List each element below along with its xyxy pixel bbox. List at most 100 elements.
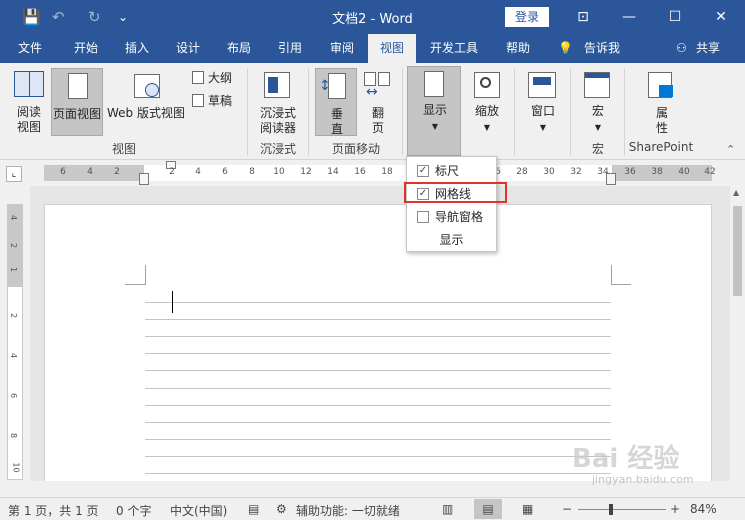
gridline [145, 388, 611, 389]
save-icon[interactable]: 💾 [22, 7, 41, 27]
ribbon-display-options-icon[interactable]: ⊡ [560, 0, 606, 34]
macros-button[interactable]: 宏 ▼ [576, 68, 620, 136]
draft-icon [192, 94, 204, 107]
watermark-logo: Bai 经验 [572, 444, 680, 474]
read-mode-icon [14, 71, 44, 97]
gridline [145, 473, 611, 474]
ribbon-view: 阅读 视图 页面视图 Web 版式视图 大纲 草稿 视图 沉浸式 阅读器 沉浸式… [0, 63, 745, 160]
tab-help[interactable]: 帮助 [494, 34, 542, 63]
close-button[interactable]: ✕ [698, 0, 744, 34]
ruler-number: 18 [381, 167, 393, 177]
page-count[interactable]: 第 1 页，共 1 页 [8, 502, 99, 519]
margin-mark [125, 284, 145, 285]
tab-developer[interactable]: 开发工具 [420, 34, 488, 63]
ruler-number: 42 [704, 167, 716, 177]
draft-button[interactable]: 草稿 [190, 92, 238, 110]
chevron-down-icon: ▼ [539, 123, 547, 132]
word-count[interactable]: 0 个字 [116, 502, 151, 519]
gridline [145, 456, 611, 457]
highlight-box [404, 182, 507, 203]
vertical-button[interactable]: ↕ 垂 直 [315, 68, 357, 136]
tab-file[interactable]: 文件 [8, 34, 52, 63]
navigation-pane-label: 导航窗格 [435, 210, 484, 224]
group-divider [247, 69, 248, 155]
scroll-up-icon[interactable]: ▲ [733, 188, 739, 197]
read-mode-label: 阅读 视图 [16, 105, 41, 134]
ribbon-tabs: 文件 开始 插入 设计 布局 引用 审阅 视图 开发工具 帮助 💡 告诉我 ⚇ … [0, 34, 745, 63]
read-mode-view-icon[interactable]: ▥ [442, 502, 453, 516]
login-button[interactable]: 登录 [505, 7, 549, 27]
undo-icon[interactable]: ↶ [52, 7, 65, 27]
tab-view[interactable]: 视图 [368, 34, 416, 63]
collapse-ribbon-icon[interactable]: ⌃ [726, 143, 735, 156]
tab-design[interactable]: 设计 [164, 34, 212, 63]
print-layout-button[interactable]: 页面视图 [51, 68, 103, 136]
vertical-scrollbar[interactable]: ▲ [730, 186, 745, 481]
outline-label: 大纲 [208, 71, 233, 85]
zoom-out-button[interactable]: − [562, 502, 572, 516]
window-button[interactable]: 窗口 ▼ [520, 68, 566, 136]
vertical-ruler[interactable]: 4 2 1 2 4 6 8 10 [7, 204, 23, 480]
customize-quick-access-icon[interactable]: ⌄ [118, 7, 128, 27]
checkbox[interactable]: ✓ [417, 165, 429, 177]
vertical-ruler-number: 1 [9, 266, 19, 273]
maximize-button[interactable]: ☐ [652, 0, 698, 34]
web-layout-button[interactable]: Web 版式视图 [104, 68, 188, 136]
ruler-number: 14 [327, 167, 339, 177]
gridline [145, 405, 611, 406]
zoom-button[interactable]: 缩放 ▼ [464, 68, 510, 136]
text-cursor [172, 291, 173, 313]
outline-button[interactable]: 大纲 [190, 69, 238, 87]
immersive-reader-icon [264, 72, 290, 98]
watermark-url: jingyan.baidu.com [592, 473, 694, 486]
margin-mark [145, 265, 146, 285]
web-layout-view-icon[interactable]: ▦ [522, 502, 533, 516]
zoom-in-button[interactable]: + [670, 502, 680, 516]
minimize-button[interactable]: — [606, 0, 652, 34]
immersive-group-label: 沉浸式 [259, 142, 296, 156]
redo-icon[interactable]: ↻ [88, 7, 101, 27]
ruler-number: 2 [114, 167, 120, 177]
left-indent-marker[interactable] [139, 173, 149, 185]
show-button[interactable]: 显示 ▼ [407, 66, 461, 156]
show-dropdown-menu: ✓ 标尺 ✓ 网格线 导航窗格 显示 [406, 156, 497, 252]
title-bar: 💾 ↶ ↻ ⌄ 文档2 - Word 登录 ⊡ — ☐ ✕ [0, 0, 745, 34]
checkbox[interactable] [417, 211, 429, 223]
web-layout-label: Web 版式视图 [107, 106, 185, 120]
tab-selector-icon[interactable]: ⌞ [6, 166, 22, 182]
ruler-number: 4 [195, 167, 201, 177]
status-bar: 第 1 页，共 1 页 0 个字 中文(中国) ▤ ⚙ 辅助功能: 一切就绪 ▥… [0, 497, 745, 520]
tab-home[interactable]: 开始 [60, 34, 112, 63]
window-label: 窗口 [530, 104, 555, 118]
tab-review[interactable]: 审阅 [318, 34, 366, 63]
vertical-ruler-number: 4 [9, 214, 19, 221]
scroll-thumb[interactable] [733, 206, 742, 296]
page-movement-group-label: 页面移动 [331, 142, 380, 156]
macro-record-icon[interactable]: ▤ [248, 502, 259, 516]
ruler-number: 34 [597, 167, 609, 177]
tab-references[interactable]: 引用 [266, 34, 314, 63]
gridline [145, 336, 611, 337]
window-icon [528, 72, 556, 98]
macros-icon [584, 72, 610, 98]
group-divider [308, 69, 309, 155]
share-button[interactable]: ⚇ 共享 [670, 34, 730, 63]
tab-layout[interactable]: 布局 [214, 34, 264, 63]
read-mode-button[interactable]: 阅读 视图 [8, 67, 50, 137]
zoom-slider[interactable] [578, 504, 666, 515]
accessibility-status[interactable]: 辅助功能: 一切就绪 [296, 502, 400, 519]
zoom-slider-thumb[interactable] [609, 504, 613, 515]
side-to-side-button[interactable]: ↔ 翻 页 [358, 68, 398, 136]
zoom-level[interactable]: 84% [690, 502, 717, 516]
language-status[interactable]: 中文(中国) [170, 502, 227, 519]
tab-insert[interactable]: 插入 [112, 34, 162, 63]
ruler-checkbox-item[interactable]: ✓ 标尺 [407, 160, 496, 182]
print-layout-view-icon[interactable]: ▤ [474, 499, 502, 519]
tell-me-search[interactable]: 💡 告诉我 [554, 34, 634, 63]
properties-button[interactable]: 属 性 [638, 68, 686, 136]
navigation-pane-checkbox-item[interactable]: 导航窗格 [407, 206, 496, 228]
print-layout-icon [68, 73, 88, 99]
immersive-reader-button[interactable]: 沉浸式 阅读器 [254, 68, 302, 136]
tell-me-label: 告诉我 [584, 41, 621, 55]
ruler-number: 16 [354, 167, 366, 177]
